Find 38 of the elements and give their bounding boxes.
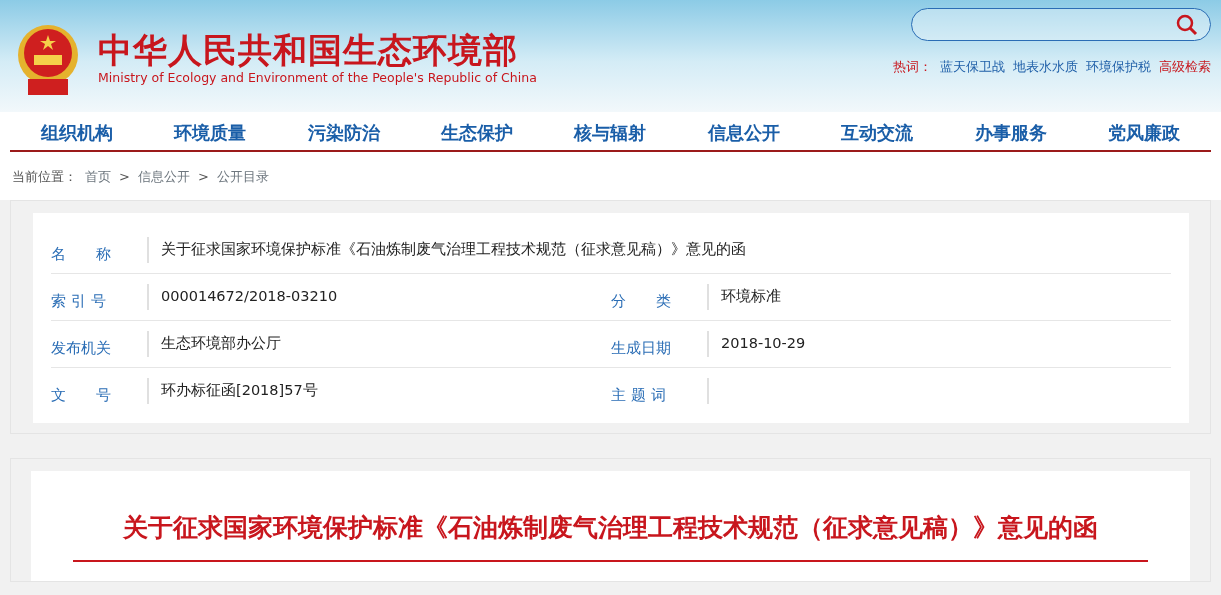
info-label: 分 类 (611, 283, 709, 310)
info-label: 名 称 (51, 236, 149, 263)
advanced-search-link[interactable]: 高级检索 (1159, 57, 1211, 77)
info-value: 000014672/2018-03210 (160, 286, 338, 306)
info-value: 环办标征函[2018]57号 (160, 381, 318, 401)
breadcrumb-label: 当前位置： (12, 168, 77, 186)
breadcrumb-link[interactable]: 公开目录 (216, 167, 269, 187)
info-label: 文 号 (51, 378, 149, 404)
info-label: 索 引 号 (51, 283, 149, 310)
nav-link[interactable]: 办事服务 (944, 119, 1078, 150)
nav-link[interactable]: 环境质量 (143, 119, 277, 150)
nav-link[interactable]: 信息公开 (677, 119, 811, 150)
search-icon[interactable] (1176, 13, 1198, 36)
info-label: 发布机关 (51, 330, 149, 357)
nav-link[interactable]: 党风廉政 (1077, 119, 1211, 150)
site-title: 中华人民共和国生态环境部 (98, 31, 519, 70)
search-field[interactable] (911, 8, 1211, 41)
nav-link[interactable]: 组织机构 (10, 119, 144, 150)
hot-words-label: 热词： (893, 58, 932, 76)
hot-word-link[interactable]: 地表水水质 (1013, 57, 1078, 77)
info-value: 关于征求国家环境保护标准《石油炼制废气治理工程技术规范（征求意见稿）》意见的函 (160, 239, 746, 259)
info-label: 主 题 词 (611, 378, 709, 404)
hot-word-link[interactable]: 环境保护税 (1086, 57, 1151, 77)
nav-link[interactable]: 污染防治 (276, 119, 411, 150)
breadcrumb-link[interactable]: 信息公开 (137, 167, 190, 187)
info-label: 生成日期 (611, 330, 709, 357)
breadcrumb-link[interactable]: 首页 (85, 167, 111, 187)
nav-link[interactable]: 核与辐射 (543, 119, 678, 150)
info-value: 生态环境部办公厅 (160, 333, 281, 353)
breadcrumb-separator: > (119, 168, 130, 186)
info-value: 2018-10-29 (720, 333, 806, 353)
nav-link[interactable]: 生态保护 (410, 119, 544, 150)
breadcrumb-separator: > (197, 168, 209, 186)
site-subtitle: Ministry of Ecology and Environment of the People's Republic of China (98, 69, 537, 88)
article-title: 关于征求国家环境保护标准《石油炼制废气治理工程技术规范（征求意见稿）》意见的函 (73, 508, 1148, 562)
info-value: 环境标准 (720, 286, 781, 306)
nav-link[interactable]: 互动交流 (810, 119, 945, 150)
hot-word-link[interactable]: 蓝天保卫战 (940, 57, 1005, 77)
